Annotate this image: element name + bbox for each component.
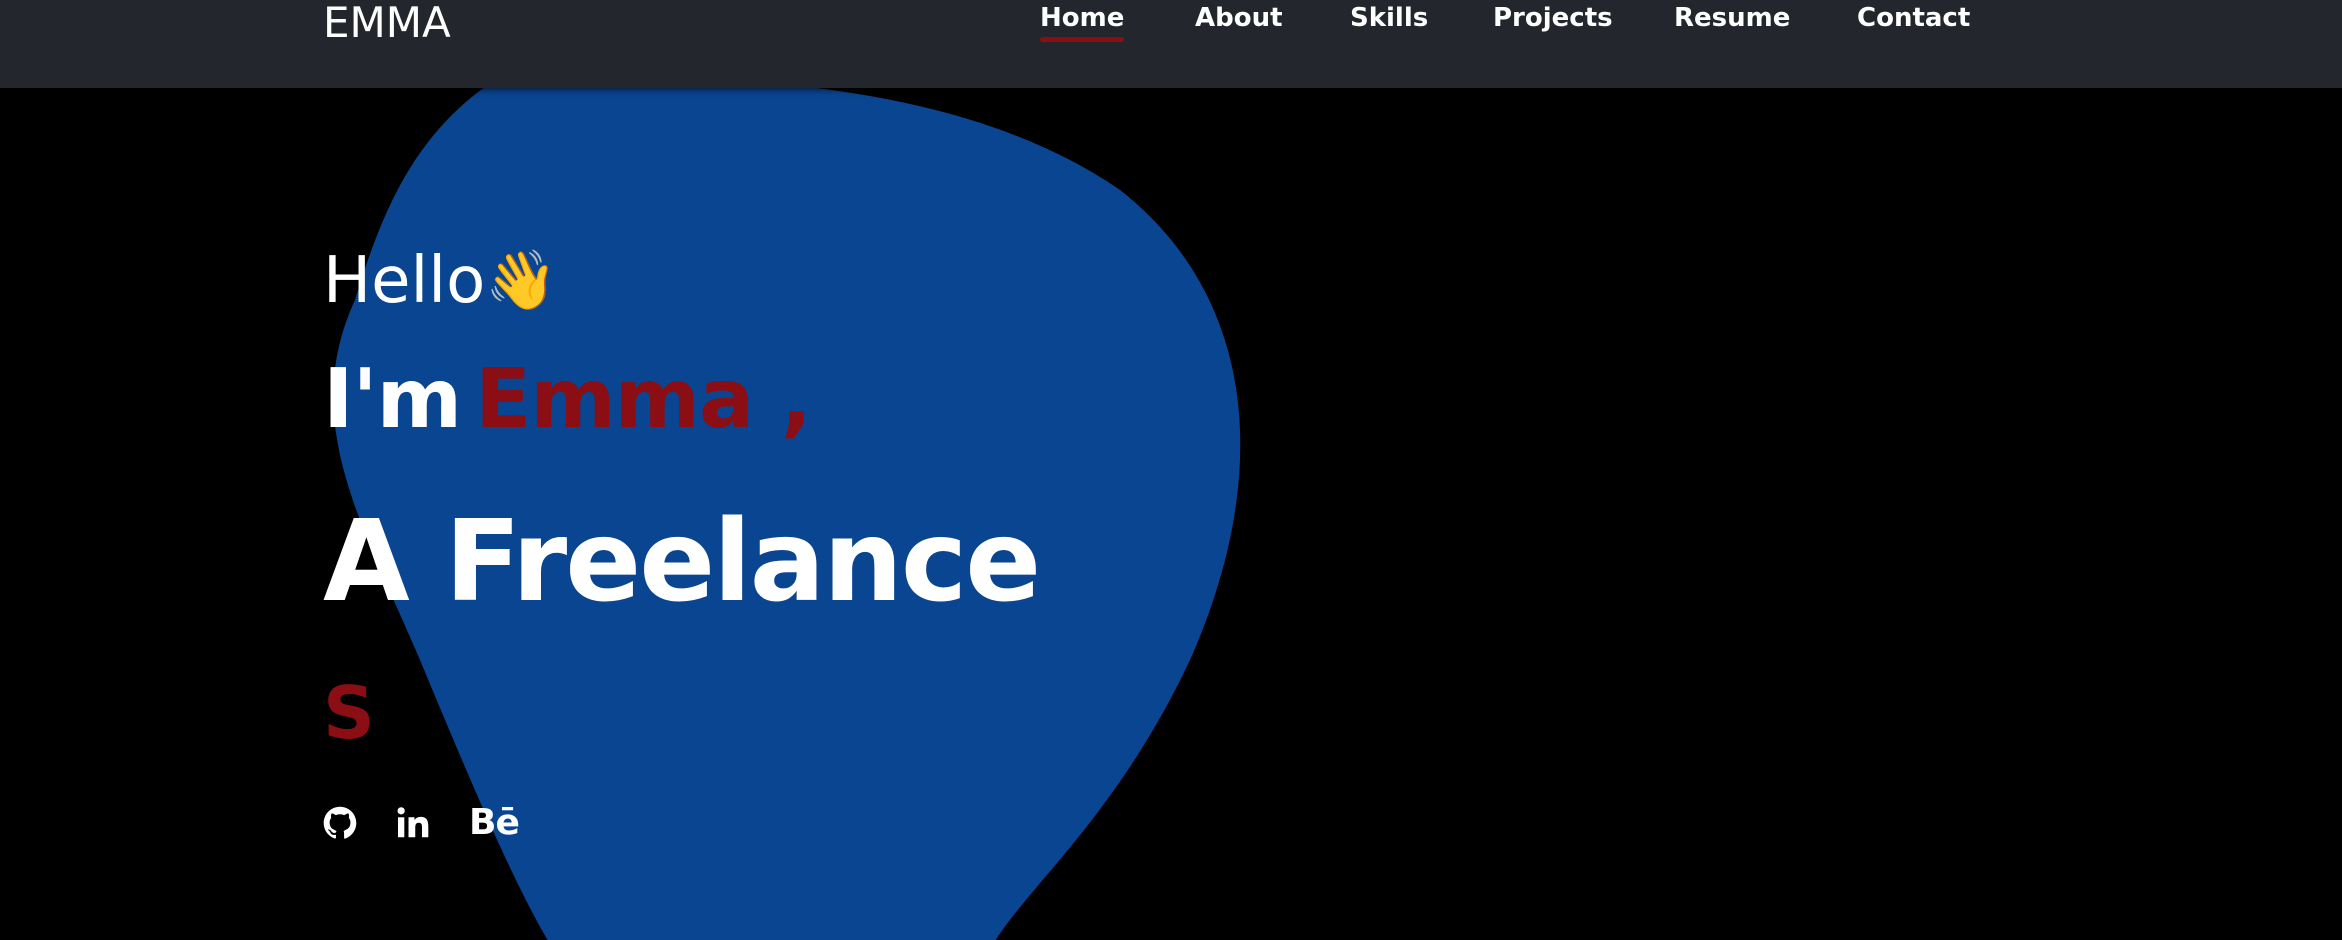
nav-item-home[interactable]: Home [1040,2,1125,42]
nav-item-contact[interactable]: Contact [1857,2,1970,34]
nav-item-projects[interactable]: Projects [1493,2,1613,34]
hero-intro: I'm Emma , [323,352,812,448]
hero-name: Emma , [475,352,812,447]
hero-role: A Freelance [323,497,1041,627]
nav-menu: Home About Skills Projects Resume Contac… [0,0,2342,46]
intro-prefix: I'm [323,352,462,447]
waving-hand-icon: 👋 [485,246,558,314]
nav-item-about[interactable]: About [1195,2,1283,34]
social-links: Bē [323,800,557,846]
navbar: EMMA Home About Skills Projects Resume C… [0,0,2342,88]
github-link[interactable] [323,800,357,846]
linkedin-link[interactable] [395,800,431,846]
github-icon [323,806,357,839]
nav-item-resume[interactable]: Resume [1674,2,1790,34]
linkedin-icon [397,807,429,838]
background-blob [333,77,1241,940]
behance-link[interactable]: Bē [469,800,520,846]
hero-greeting: Hello👋 [323,240,557,321]
nav-item-skills[interactable]: Skills [1350,2,1428,34]
hero-typing-text: S [323,671,375,755]
page: EMMA Home About Skills Projects Resume C… [0,0,2342,940]
behance-icon: Bē [469,802,520,843]
greeting-text: Hello [323,244,486,318]
